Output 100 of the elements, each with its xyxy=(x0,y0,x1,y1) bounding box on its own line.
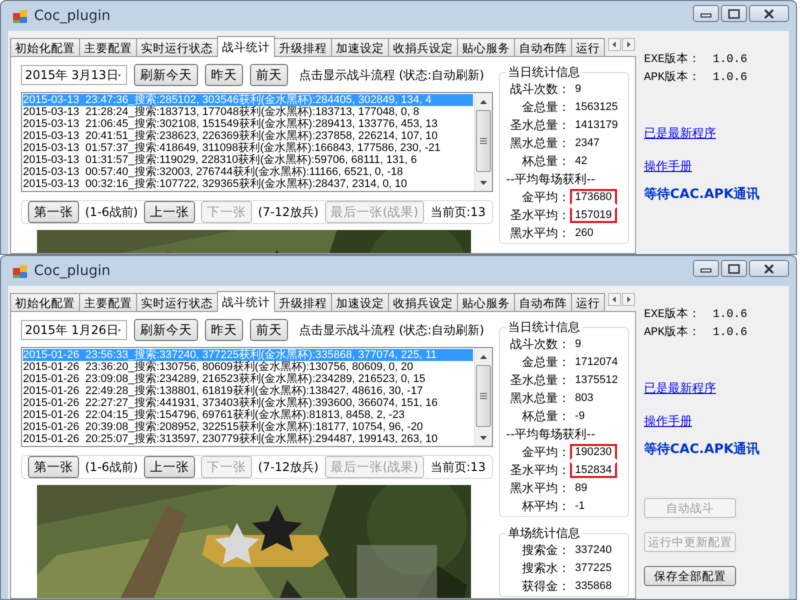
stat-label: 黑水总量： xyxy=(509,390,570,406)
tab[interactable]: 收捐兵设定 xyxy=(388,38,458,56)
log-entry[interactable]: 2015-01-26 23:36:20_搜索:130756, 80609获利(金水黑杯):130756, 80609, 0, 20 xyxy=(23,361,418,373)
battle-log-list[interactable] xyxy=(21,347,493,447)
group-title: 当日统计信息 xyxy=(506,64,582,81)
stat-value: 9 xyxy=(574,337,582,352)
scroll-left-button[interactable] xyxy=(608,38,621,51)
stat-label: 杯总量： xyxy=(521,408,570,424)
link[interactable]: 操作手册 xyxy=(644,158,692,175)
close-button[interactable] xyxy=(749,5,789,22)
tab[interactable]: 收捐兵设定 xyxy=(388,293,458,311)
maximize-button[interactable] xyxy=(721,260,747,277)
scrollbar[interactable] xyxy=(474,93,492,191)
log-entry[interactable]: 2015-01-26 22:49:28_搜索:138801, 61819获利(金水黑杯):138427, 48616, 30, -17 xyxy=(23,385,427,397)
tab[interactable]: 初始化配置 xyxy=(10,38,80,56)
app-icon xyxy=(12,8,28,24)
stat-value: -1 xyxy=(574,499,586,514)
tab[interactable]: 主要配置 xyxy=(79,38,137,56)
day-button[interactable]: 昨天 xyxy=(205,319,243,341)
hint-text: 点击显示战斗流程 (状态:自动刷新) xyxy=(299,66,484,84)
stat-label: 金平均： xyxy=(521,444,570,460)
log-entry[interactable]: 2015-01-26 20:39:08_搜索:208952, 322515获利(金水黑杯):18177, 10754, 96, -20 xyxy=(23,421,427,433)
stat-label: 金总量： xyxy=(521,99,570,115)
stat-label: 圣水平均： xyxy=(509,462,570,478)
link[interactable]: 已是最新程序 xyxy=(644,380,716,397)
tab[interactable]: 贴心服务 xyxy=(457,38,515,56)
log-entry[interactable]: 2015-01-26 22:27:27_搜索:441931, 373403获利(金水黑杯):393600, 366074, 151, 16 xyxy=(23,397,442,409)
maximize-icon xyxy=(728,264,740,274)
tab[interactable]: 自动布阵 xyxy=(514,293,572,311)
stat-value: 260 xyxy=(574,226,594,241)
log-entry[interactable]: 2015-03-13 20:41:51_搜索:238623, 226369获利(金水黑杯):237858, 226214, 107, 10 xyxy=(23,130,442,142)
link[interactable]: 操作手册 xyxy=(644,413,692,430)
log-entry[interactable]: 2015-03-13 21:06:45_搜索:302108, 151549获利(金水黑杯):289413, 133776, 453, 13 xyxy=(23,118,442,130)
tab[interactable]: 升级排程 xyxy=(274,293,332,311)
stat-value: 335868 xyxy=(574,579,613,594)
day-button[interactable]: 昨天 xyxy=(205,64,243,86)
date-picker[interactable]: 2015年 3月13日 xyxy=(21,65,127,85)
tab[interactable]: 加速设定 xyxy=(331,293,389,311)
grip-icon xyxy=(480,393,487,399)
tab[interactable]: 实时运行状态 xyxy=(136,38,218,56)
page-note: (7-12放兵) xyxy=(258,204,319,220)
page-button[interactable]: 上一张 xyxy=(144,456,195,478)
tab[interactable]: 战斗统计 xyxy=(217,291,275,312)
version-value: 1.0.6 xyxy=(712,325,748,341)
tab[interactable]: 运行 xyxy=(571,293,605,311)
day-button[interactable]: 刷新今天 xyxy=(134,319,198,341)
stat-value: 1413179 xyxy=(574,118,619,133)
tab[interactable]: 运行 xyxy=(571,38,605,56)
log-entry[interactable]: 2015-01-26 20:25:07_搜索:313597, 230779获利(金水黑杯):294487, 199143, 263, 10 xyxy=(23,433,442,445)
stat-value: -9 xyxy=(574,409,586,424)
tab[interactable]: 主要配置 xyxy=(79,293,137,311)
date-picker[interactable]: 2015年 1月26日 xyxy=(21,320,127,340)
scroll-right-button[interactable] xyxy=(622,38,635,51)
minimize-button[interactable] xyxy=(693,5,719,22)
up-arrow-icon xyxy=(480,354,487,358)
tab[interactable]: 加速设定 xyxy=(331,38,389,56)
minimize-button[interactable] xyxy=(693,260,719,277)
stat-label: 圣水总量： xyxy=(509,372,570,388)
maximize-button[interactable] xyxy=(721,5,747,22)
group-title: 单场统计信息 xyxy=(506,525,582,542)
day-button[interactable]: 刷新今天 xyxy=(134,64,198,86)
scroll-left-button[interactable] xyxy=(608,293,621,306)
page-button[interactable]: 第一张 xyxy=(28,456,79,478)
tab[interactable]: 初始化配置 xyxy=(10,293,80,311)
tab[interactable]: 自动布阵 xyxy=(514,38,572,56)
log-entry[interactable]: 2015-01-26 22:04:15_搜索:154796, 69761获利(金水黑杯):81813, 8458, 2, -23 xyxy=(23,409,409,421)
link[interactable]: 已是最新程序 xyxy=(644,125,716,142)
action-button[interactable]: 保存全部配置 xyxy=(644,566,736,586)
scroll-right-button[interactable] xyxy=(622,293,635,306)
log-entry[interactable]: 2015-03-13 00:32:16_搜索:107722, 329365获利(金水黑杯):28437, 2314, 0, 10 xyxy=(23,178,412,190)
section-heading: --平均每场获利-- xyxy=(506,171,596,187)
window-title: Coc_plugin xyxy=(34,263,110,279)
page-button[interactable]: 上一张 xyxy=(144,201,195,223)
stat-label: 圣水总量： xyxy=(509,117,570,133)
tab[interactable]: 贴心服务 xyxy=(457,293,515,311)
tab[interactable]: 升级排程 xyxy=(274,38,332,56)
stat-label: 黑水平均： xyxy=(509,225,570,241)
stat-value: 1712074 xyxy=(574,355,619,370)
page-note: (1-6战前) xyxy=(85,204,138,220)
battle-log-list[interactable] xyxy=(21,92,493,192)
page-note: 当前页:13 xyxy=(430,458,486,476)
stat-label: 战斗次数： xyxy=(509,336,570,352)
day-button[interactable]: 前天 xyxy=(250,319,288,341)
log-entry[interactable]: 2015-03-13 01:31:57_搜索:119029, 228310获利(金水黑杯):59706, 68111, 131, 6 xyxy=(23,154,421,166)
stat-value: 337240 xyxy=(574,543,613,558)
log-entry[interactable]: 2015-03-13 00:57:40_搜索:32003, 276744获利(金水黑杯):11166, 6521, 0, -18 xyxy=(23,166,407,178)
log-entry[interactable]: 2015-01-26 23:09:08_搜索:234289, 216523获利(金水黑杯):234289, 216523, 0, 15 xyxy=(23,373,430,385)
version-label: APK版本： xyxy=(644,324,701,341)
tab[interactable]: 实时运行状态 xyxy=(136,293,218,311)
log-entry[interactable]: 2015-03-13 01:57:37_搜索:418649, 311098获利(金水黑杯):166843, 177586, 230, -21 xyxy=(23,142,444,154)
grip-icon xyxy=(480,138,487,144)
version-label: EXE版本： xyxy=(644,52,701,68)
scrollbar[interactable] xyxy=(474,348,492,446)
page-button[interactable]: 第一张 xyxy=(28,201,79,223)
stat-label: 战斗次数： xyxy=(509,81,570,97)
tab[interactable]: 战斗统计 xyxy=(217,36,275,57)
log-entry[interactable]: 2015-03-13 21:28:24_搜索:183713, 177048获利(金水黑杯):183713, 177048, 0, 8 xyxy=(23,106,424,118)
stat-value: 190230 xyxy=(570,444,617,460)
day-button[interactable]: 前天 xyxy=(250,64,288,86)
close-button[interactable] xyxy=(749,260,789,277)
